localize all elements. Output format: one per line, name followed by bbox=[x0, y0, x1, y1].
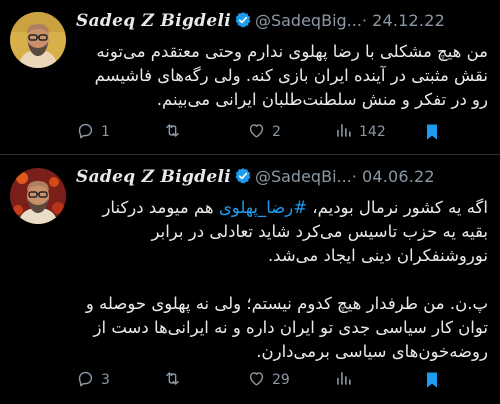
views-count: 142 bbox=[359, 124, 386, 140]
reply-icon bbox=[76, 121, 95, 144]
tweet[interactable]: Sadeq Z Bigdeli @SadeqBig...· 24.12.22 من… bbox=[0, 0, 500, 155]
tweet-text-segment: هم میومد درکنار bbox=[102, 198, 219, 217]
like-button[interactable]: 2 bbox=[247, 121, 281, 143]
tweet-divider bbox=[0, 154, 500, 155]
retweet-icon bbox=[163, 121, 182, 144]
like-count: 2 bbox=[272, 124, 281, 140]
tweet-text-line: بقیه یه حزب تاسیس می‌کرد شاید تعادلی در … bbox=[151, 222, 488, 241]
tweet-text-segment: اگه یه کشور نرمال بودیم، bbox=[307, 198, 488, 217]
verified-badge-icon bbox=[234, 11, 252, 29]
tweet-text-line: پ.ن. من طرفدار هیچ کدوم نیستم؛ ولی نه په… bbox=[85, 294, 488, 313]
like-button[interactable]: 29 bbox=[247, 369, 290, 391]
retweet-button[interactable] bbox=[163, 121, 188, 143]
separator-dot: · bbox=[361, 11, 368, 30]
tweet-text-line: نقش مثبتی در آینده ایران بازی کنه. ولی ر… bbox=[94, 66, 488, 85]
tweet-date[interactable]: 24.12.22 bbox=[372, 11, 445, 30]
tweet-text-line: رو در تفکر و منش سلطنت‌طلبان ایرانی می‌ب… bbox=[156, 90, 488, 109]
reply-button[interactable]: 1 bbox=[76, 121, 110, 143]
reply-button[interactable]: 3 bbox=[76, 369, 110, 391]
tweet-actions: 3 29 bbox=[76, 369, 490, 391]
tweet-actions: 1 2 142 bbox=[76, 121, 490, 143]
tweet-text: من هیچ مشکلی با رضا پهلوی ندارم وحتی معت… bbox=[76, 40, 488, 112]
retweet-button[interactable] bbox=[163, 369, 188, 391]
tweet-header: Sadeq Z Bigdeli @SadeqBig...· 24.12.22 bbox=[76, 11, 490, 37]
hashtag-link[interactable]: #رضا_پهلوی bbox=[219, 198, 307, 217]
tweet-header: Sadeq Z Bigdeli @SadeqBi...· 04.06.22 bbox=[76, 167, 490, 193]
tweet-text-line: من هیچ مشکلی با رضا پهلوی ندارم وحتی معت… bbox=[96, 42, 488, 61]
avatar[interactable] bbox=[10, 168, 66, 224]
tweet-text-line: توان کار سیاسی جدی تو ایران داره و نه ای… bbox=[93, 318, 488, 337]
avatar[interactable] bbox=[10, 12, 66, 68]
author-handle[interactable]: @SadeqBi... bbox=[255, 167, 352, 186]
bookmark-button[interactable] bbox=[422, 121, 442, 147]
like-icon bbox=[247, 121, 266, 144]
tweet-date[interactable]: 04.06.22 bbox=[362, 167, 435, 186]
author-name[interactable]: Sadeq Z Bigdeli bbox=[76, 11, 231, 31]
bookmark-icon bbox=[422, 124, 442, 147]
tweet-text-line: روضه‌خون‌های سیاسی برمی‌دارن. bbox=[256, 342, 488, 361]
tweet-text-line: نوروشنفکران دینی ایجاد می‌شد. bbox=[267, 246, 488, 265]
like-count: 29 bbox=[272, 372, 290, 388]
like-icon bbox=[247, 369, 266, 392]
reply-icon bbox=[76, 369, 95, 392]
author-name[interactable]: Sadeq Z Bigdeli bbox=[76, 167, 231, 187]
views-icon bbox=[334, 121, 353, 144]
separator-dot: · bbox=[351, 167, 357, 186]
views-icon bbox=[334, 369, 353, 392]
author-handle[interactable]: @SadeqBig... bbox=[255, 11, 362, 30]
bookmark-button[interactable] bbox=[422, 369, 442, 395]
reply-count: 1 bbox=[101, 124, 110, 140]
bookmark-icon bbox=[422, 372, 442, 395]
views-button[interactable] bbox=[334, 369, 359, 391]
tweet[interactable]: Sadeq Z Bigdeli @SadeqBi...· 04.06.22 اگه… bbox=[0, 156, 500, 404]
tweet-text-line: اگه یه کشور نرمال بودیم، #رضا_پهلوی هم م… bbox=[76, 196, 488, 220]
retweet-icon bbox=[163, 369, 182, 392]
tweet-text: اگه یه کشور نرمال بودیم، #رضا_پهلوی هم م… bbox=[76, 196, 488, 364]
verified-badge-icon bbox=[234, 167, 252, 185]
reply-count: 3 bbox=[101, 372, 110, 388]
views-button[interactable]: 142 bbox=[334, 121, 386, 143]
